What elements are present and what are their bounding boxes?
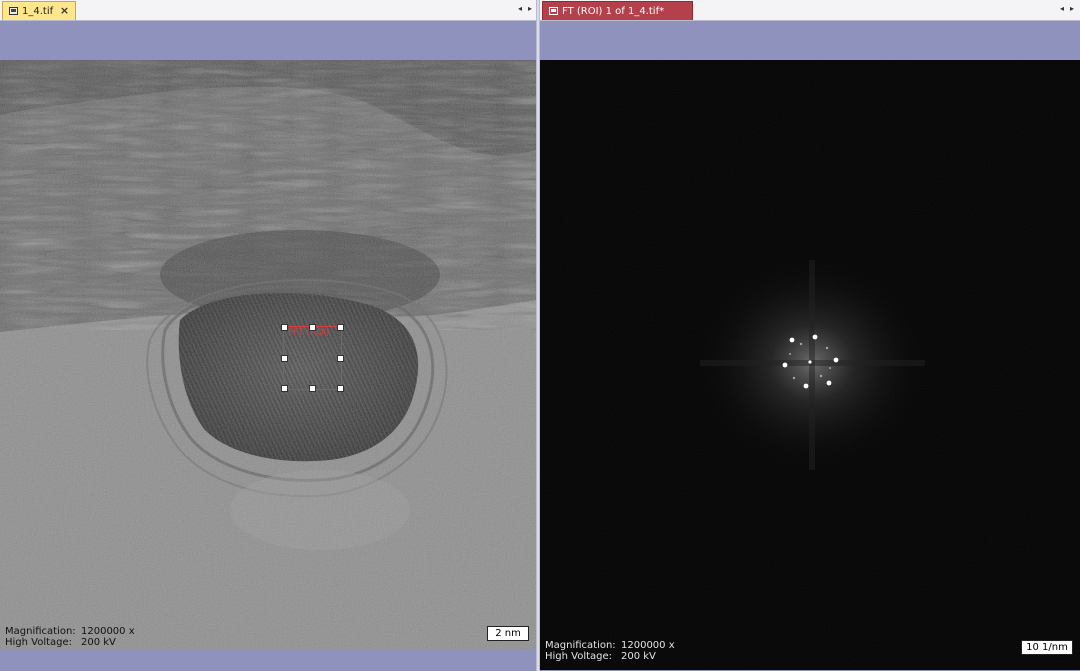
- roi-handle[interactable]: [337, 324, 344, 331]
- scroll-right-icon[interactable]: ▸: [528, 4, 532, 13]
- image-info-overlay: Magnification: 1200000 x High Voltage: 200…: [5, 626, 135, 648]
- tab-title: 1_4.tif: [22, 5, 54, 17]
- scale-bar: 2 nm: [487, 626, 529, 641]
- magnification-value: 1200000 x: [81, 626, 135, 637]
- roi-handle[interactable]: [281, 385, 288, 392]
- tab-title: FT (ROI) 1 of 1_4.tif*: [562, 5, 665, 17]
- magnification-value: 1200000 x: [621, 640, 675, 651]
- voltage-value: 200 kV: [81, 637, 116, 648]
- tab-strip-right: FT (ROI) 1 of 1_4.tif* ◂ ▸: [540, 0, 1080, 21]
- tab-scroll-arrows: ◂ ▸: [1060, 4, 1074, 13]
- fft-diffractogram: [540, 60, 1080, 670]
- roi-handle[interactable]: [337, 385, 344, 392]
- roi-handle[interactable]: [281, 324, 288, 331]
- tem-image: [0, 60, 536, 650]
- magnification-label: Magnification:: [545, 640, 616, 651]
- scroll-left-icon[interactable]: ◂: [1060, 4, 1064, 13]
- image-window-icon: [9, 7, 18, 15]
- voltage-label: High Voltage:: [5, 637, 73, 648]
- voltage-label: High Voltage:: [545, 651, 613, 662]
- image-window-icon: [549, 7, 558, 15]
- fft-image-viewer[interactable]: Magnification: 1200000 x High Voltage: 200…: [540, 60, 1080, 670]
- image-window-right: FT (ROI) 1 of 1_4.tif* ◂ ▸ Magnification…: [540, 0, 1080, 671]
- scale-bar: 10 1/nm: [1021, 640, 1073, 655]
- tab-fft-roi[interactable]: FT (ROI) 1 of 1_4.tif*: [542, 1, 694, 20]
- close-icon[interactable]: ×: [60, 4, 69, 17]
- scroll-right-icon[interactable]: ▸: [1070, 4, 1074, 13]
- image-info-overlay: Magnification: 1200000 x High Voltage: 200…: [545, 640, 675, 662]
- roi-handle[interactable]: [309, 385, 316, 392]
- roi-selection[interactable]: FFT (ROI): [281, 324, 344, 392]
- scroll-left-icon[interactable]: ◂: [518, 4, 522, 13]
- tem-image-viewer[interactable]: FFT (ROI) Magnification: 1200000 x High V…: [0, 60, 536, 650]
- tab-strip-left: 1_4.tif × ◂ ▸: [0, 0, 538, 21]
- voltage-value: 200 kV: [621, 651, 656, 662]
- image-window-left: 1_4.tif × ◂ ▸ FFT (ROI) Magnification: 1…: [0, 0, 538, 671]
- roi-handle[interactable]: [309, 324, 316, 331]
- magnification-label: Magnification:: [5, 626, 76, 637]
- roi-handle[interactable]: [281, 355, 288, 362]
- tab-image-1-4[interactable]: 1_4.tif ×: [2, 1, 77, 20]
- tab-scroll-arrows: ◂ ▸: [518, 4, 532, 13]
- roi-handle[interactable]: [337, 355, 344, 362]
